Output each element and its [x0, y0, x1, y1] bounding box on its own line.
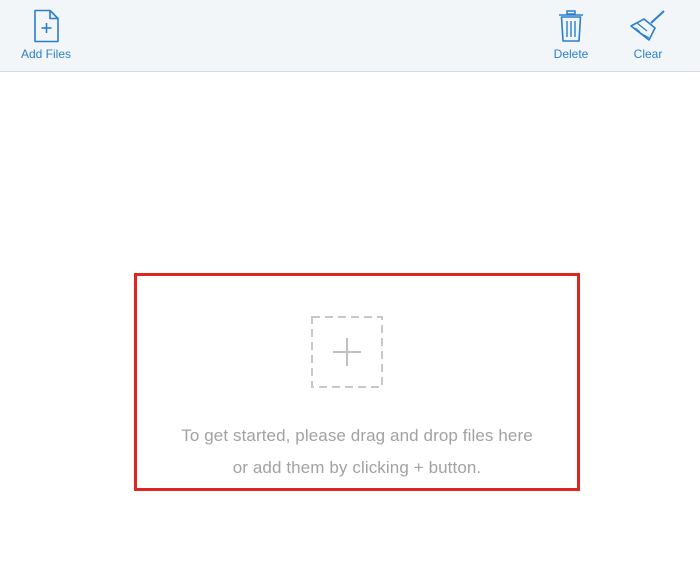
trash-icon — [551, 8, 591, 44]
toolbar: Add Files Delete Clear — [0, 0, 700, 72]
drop-hint-line-1: To get started, please drag and drop fil… — [181, 426, 533, 445]
add-files-button[interactable]: Add Files — [16, 8, 76, 61]
broom-icon — [628, 8, 668, 44]
delete-label: Delete — [553, 47, 589, 61]
add-file-icon — [26, 8, 66, 44]
drop-hint-line-2: or add them by clicking + button. — [232, 458, 482, 477]
clear-button[interactable]: Clear — [624, 8, 672, 61]
add-placeholder-icon[interactable] — [311, 316, 383, 388]
delete-button[interactable]: Delete — [547, 8, 595, 61]
clear-label: Clear — [633, 47, 663, 61]
add-files-label: Add Files — [20, 47, 72, 61]
drop-zone[interactable]: To get started, please drag and drop fil… — [134, 273, 580, 491]
